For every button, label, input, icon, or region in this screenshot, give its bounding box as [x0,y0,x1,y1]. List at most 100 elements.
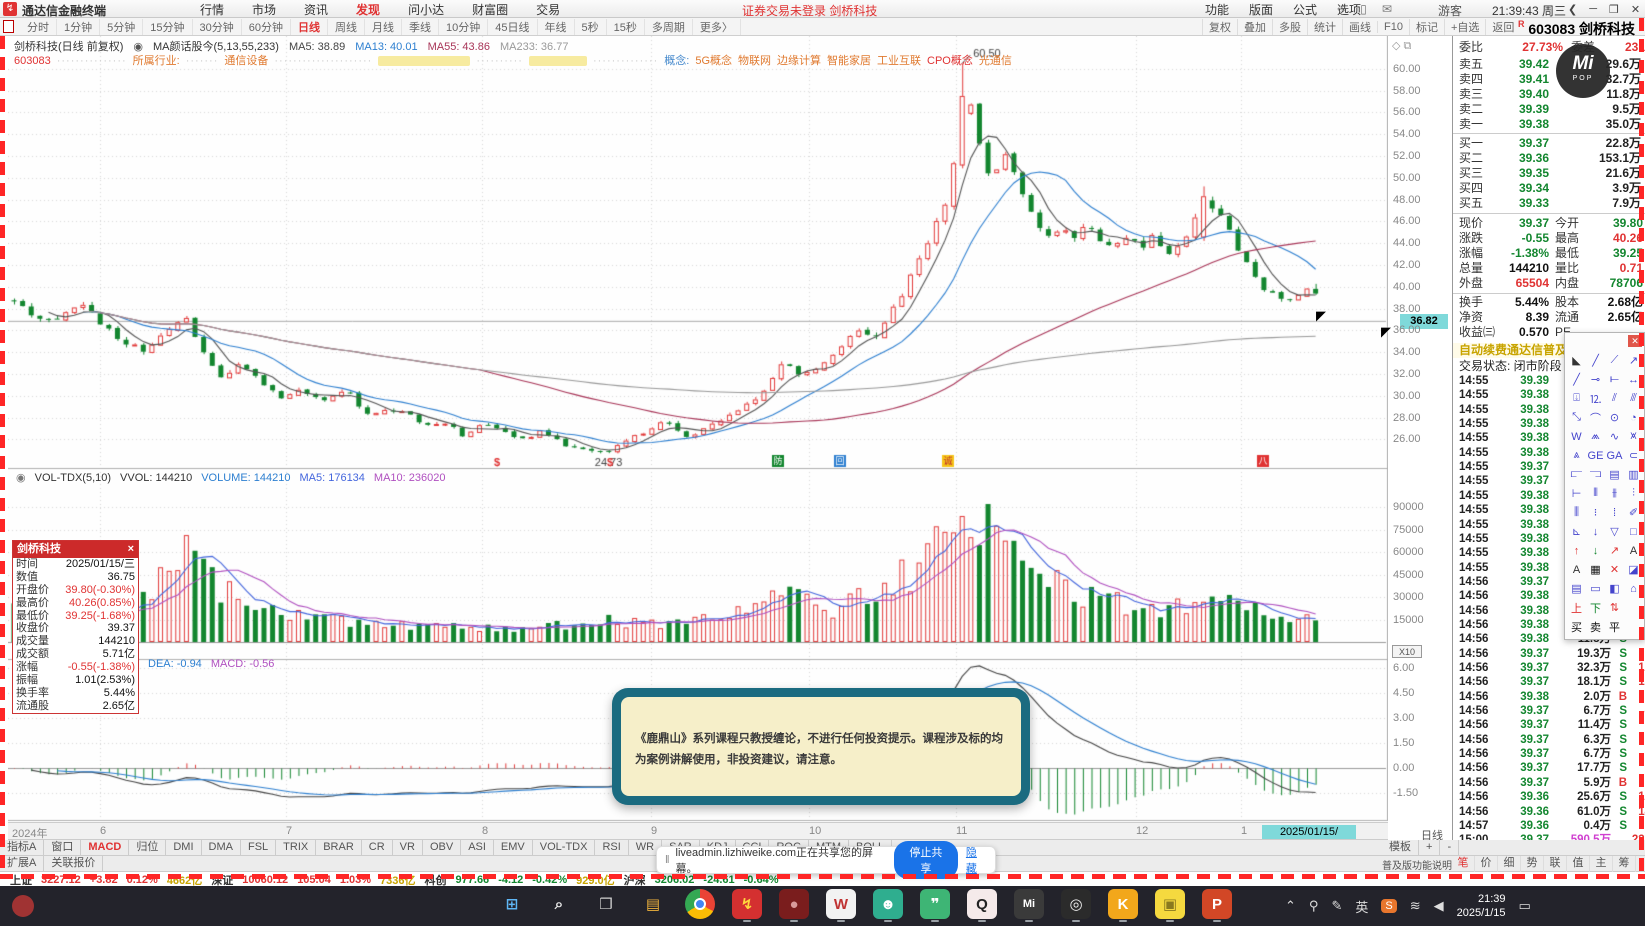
qq-icon[interactable]: Q [967,889,997,922]
lizhi-app-icon[interactable]: ● [779,889,809,922]
industry-value[interactable]: 通信设备 [224,55,268,67]
trade-row[interactable]: 14:5639.376.7万S1 [1453,747,1645,761]
hide-share-link[interactable]: 隐藏 [966,844,987,876]
task-view-icon[interactable]: ❒ [591,889,621,919]
draw-tool-icon[interactable]: 上 [1567,598,1586,617]
draw-tool-icon[interactable]: ◧ [1605,579,1624,598]
trade-row[interactable]: 14:5639.3717.7万S1 [1453,761,1645,775]
draw-tool-icon[interactable]: ✕ [1605,560,1624,579]
start-button[interactable]: ⊞ [497,889,527,919]
indicator-tab-ASI[interactable]: ASI [461,840,494,855]
maximize-button[interactable]: ❒ [1609,3,1619,16]
menu-交易[interactable]: 交易 [536,1,560,18]
draw-tool-icon[interactable]: GA [1605,446,1624,465]
menu-资讯[interactable]: 资讯 [304,1,328,18]
kc-app-icon[interactable]: K [1108,889,1138,922]
tray-clock[interactable]: 21:39 2025/1/15 [1457,892,1506,921]
period-月线[interactable]: 月线 [365,19,402,35]
camera-app-icon[interactable]: ◎ [1061,889,1091,922]
bid-row[interactable]: 买一 39.37 22.8万 [1453,136,1645,151]
ask-row[interactable]: 卖三 39.40 11.8万 [1453,87,1645,102]
pause-icon[interactable]: ‖ [665,854,670,866]
indicator-dot-icon[interactable]: ◉ [16,472,26,484]
toolbar-复权[interactable]: 复权 [1202,19,1237,35]
draw-tool-icon[interactable]: ⫍ [1567,465,1586,484]
period-45日线[interactable]: 45日线 [488,19,538,35]
indicator-tab-CR[interactable]: CR [362,840,393,855]
draw-tool-icon[interactable]: ⍗ [1567,389,1586,408]
indicator-tab-DMA[interactable]: DMA [202,840,241,855]
chrome-icon[interactable] [685,889,715,919]
ask-row[interactable]: 卖一 39.38 35.0万 [1453,117,1645,132]
draw-tool-icon[interactable]: ▽ [1605,522,1624,541]
indicator-tab-TRIX[interactable]: TRIX [276,840,317,855]
toolbar-统计[interactable]: 统计 [1307,19,1342,35]
toolbar-left-icon[interactable] [3,20,14,33]
bottom-panel-tab-笔[interactable]: 笔 [1452,856,1475,872]
trade-row[interactable]: 14:5639.376.3万S2 [1453,733,1645,747]
bid-row[interactable]: 买四 39.34 3.9万 [1453,181,1645,196]
bid-row[interactable]: 买二 39.36 153.1万 [1453,151,1645,166]
concept-CPO概念[interactable]: CPO概念 [927,55,973,67]
draw-tool-icon[interactable]: W [1567,427,1586,446]
draw-tool-icon[interactable]: ↓ [1586,541,1605,560]
mail-icon[interactable]: ✉ [1382,2,1392,16]
bottom-panel-tab-细[interactable]: 细 [1498,856,1521,872]
indicator-tab-FSL[interactable]: FSL [241,840,277,855]
mi-app-icon[interactable]: Mi [1014,889,1044,922]
info-box-close-icon[interactable]: × [128,541,134,558]
menu-版面[interactable]: 版面 [1249,1,1273,18]
bottom-panel-tab-价[interactable]: 价 [1475,856,1498,872]
draw-tool-icon[interactable]: ⇅ [1605,598,1624,617]
draw-tool-icon[interactable]: ⒓ [1586,389,1605,408]
period-5分钟[interactable]: 5分钟 [100,19,144,35]
draw-tool-icon[interactable]: ⩓ [1567,446,1586,465]
draw-tool-icon[interactable]: ⫵ [1605,484,1624,503]
toolbar-叠加[interactable]: 叠加 [1237,19,1272,35]
draw-tool-icon[interactable]: ⊸ [1586,370,1605,389]
draw-tool-icon[interactable]: ⫴ [1586,484,1605,503]
trade-row[interactable]: 14:5639.375.9万B1 [1453,776,1645,790]
axis-tools-icons[interactable]: ◇ ⧉ [1392,39,1411,53]
draw-tool-icon[interactable]: 平 [1605,617,1624,636]
phone-icon[interactable]: ▯ [1360,2,1367,16]
menu-公式[interactable]: 公式 [1293,1,1317,18]
bid-row[interactable]: 买五 39.33 7.9万 [1453,196,1645,211]
draw-tool-icon[interactable]: ⌒ [1586,408,1605,427]
draw-tool-icon[interactable]: 下 [1586,598,1605,617]
tab-MACD[interactable]: MACD [81,840,130,855]
trade-row[interactable]: 14:5639.3718.1万S17 [1453,675,1645,689]
minimize-button[interactable]: ─ [1589,3,1597,15]
draw-tool-icon[interactable]: ⫼ [1567,503,1586,522]
ask-row[interactable]: 卖二 39.39 9.5万 [1453,102,1645,117]
draw-tool-icon[interactable]: ⤡ [1567,408,1586,427]
tray-volume-icon[interactable]: ◀ [1434,898,1444,914]
green-app-icon[interactable]: ☻ [873,889,903,922]
draw-tool-icon[interactable]: ▭ [1586,579,1605,598]
tray-wifi-icon[interactable]: ≋ [1410,898,1421,914]
toolbar-返回[interactable]: 返回 [1485,19,1520,35]
period-周线[interactable]: 周线 [328,19,365,35]
sticky-notes-icon[interactable]: ▣ [1155,889,1185,922]
draw-tool-icon[interactable]: ∿ [1605,427,1624,446]
toolbar-画线[interactable]: 画线 [1342,19,1377,35]
tdx-app-icon[interactable]: ↯ [732,889,762,922]
concept-工业互联[interactable]: 工业互联 [877,55,921,67]
tray-lang-indicator[interactable]: 英 [1355,897,1368,916]
draw-tool-icon[interactable]: ▤ [1567,579,1586,598]
period-更多〉[interactable]: 更多〉 [693,19,741,35]
indicator-tab-VOL-TDX[interactable]: VOL-TDX [533,840,596,855]
period-分时[interactable]: 分时 [20,19,57,35]
period-15分钟[interactable]: 15分钟 [143,19,193,35]
menu-问小达[interactable]: 问小达 [408,1,444,18]
tab-归位[interactable]: 归位 [129,840,167,855]
concept-5G概念[interactable]: 5G概念 [695,55,732,67]
draw-tool-icon[interactable]: ◣ [1567,351,1586,370]
ask-row[interactable]: 卖四 39.41 32.7万 [1453,72,1645,87]
trade-row[interactable]: 14:5639.376.7万S4 [1453,704,1645,718]
notification-bell-icon[interactable]: ▭ [1519,898,1531,914]
close-button[interactable]: ✕ [1631,3,1640,16]
bottom-panel-tab-值[interactable]: 值 [1567,856,1590,872]
trade-row[interactable]: 14:5639.3711.4万S9 [1453,718,1645,732]
concept-光通信[interactable]: 光通信 [979,55,1012,67]
